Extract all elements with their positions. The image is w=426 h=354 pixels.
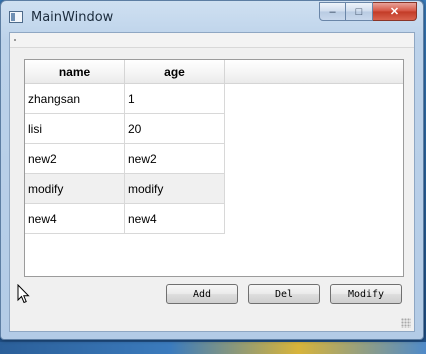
cell-name[interactable]: lisi: [25, 114, 125, 144]
table-row[interactable]: new4 new4: [25, 204, 225, 234]
central-widget: name age zhangsan 1 lisi 20 new2 new2 mo…: [9, 32, 415, 332]
del-button[interactable]: Del: [248, 284, 320, 304]
title-bar[interactable]: MainWindow – □ ✕: [1, 1, 423, 33]
table-header: name age: [25, 60, 403, 84]
table-row[interactable]: new2 new2: [25, 144, 225, 174]
minimize-button[interactable]: –: [319, 2, 346, 21]
table-row[interactable]: lisi 20: [25, 114, 225, 144]
table-row[interactable]: zhangsan 1: [25, 84, 225, 114]
column-header-age[interactable]: age: [125, 60, 225, 83]
mouse-cursor-icon: [17, 284, 30, 304]
close-button[interactable]: ✕: [373, 2, 417, 21]
close-icon: ✕: [389, 6, 400, 18]
app-window-icon[interactable]: [9, 11, 23, 23]
header-filler: [225, 60, 403, 83]
cell-name[interactable]: modify: [25, 174, 125, 204]
add-button[interactable]: Add: [166, 284, 238, 304]
maximize-icon: □: [355, 5, 363, 18]
cell-name[interactable]: zhangsan: [25, 84, 125, 114]
main-window: MainWindow – □ ✕ name age zhangsan 1 lis…: [0, 0, 424, 340]
minimize-icon: –: [329, 5, 336, 18]
cell-age[interactable]: new2: [125, 144, 225, 174]
table-row-selected[interactable]: modify modify: [25, 174, 225, 204]
maximize-button[interactable]: □: [346, 2, 373, 21]
cell-age[interactable]: 1: [125, 84, 225, 114]
column-header-name[interactable]: name: [25, 60, 125, 83]
menu-grip-icon: [14, 39, 16, 41]
cell-age[interactable]: 20: [125, 114, 225, 144]
cell-name[interactable]: new4: [25, 204, 125, 234]
cell-age[interactable]: modify: [125, 174, 225, 204]
size-grip-icon[interactable]: [401, 318, 411, 328]
desktop-background-strip: [0, 342, 426, 354]
cell-age[interactable]: new4: [125, 204, 225, 234]
menu-bar: [10, 33, 414, 48]
modify-button[interactable]: Modify: [330, 284, 402, 304]
window-title: MainWindow: [31, 10, 114, 25]
caption-buttons: – □ ✕: [319, 2, 417, 22]
data-table[interactable]: name age zhangsan 1 lisi 20 new2 new2 mo…: [24, 59, 404, 277]
cell-name[interactable]: new2: [25, 144, 125, 174]
table-body: zhangsan 1 lisi 20 new2 new2 modify modi…: [25, 84, 225, 234]
